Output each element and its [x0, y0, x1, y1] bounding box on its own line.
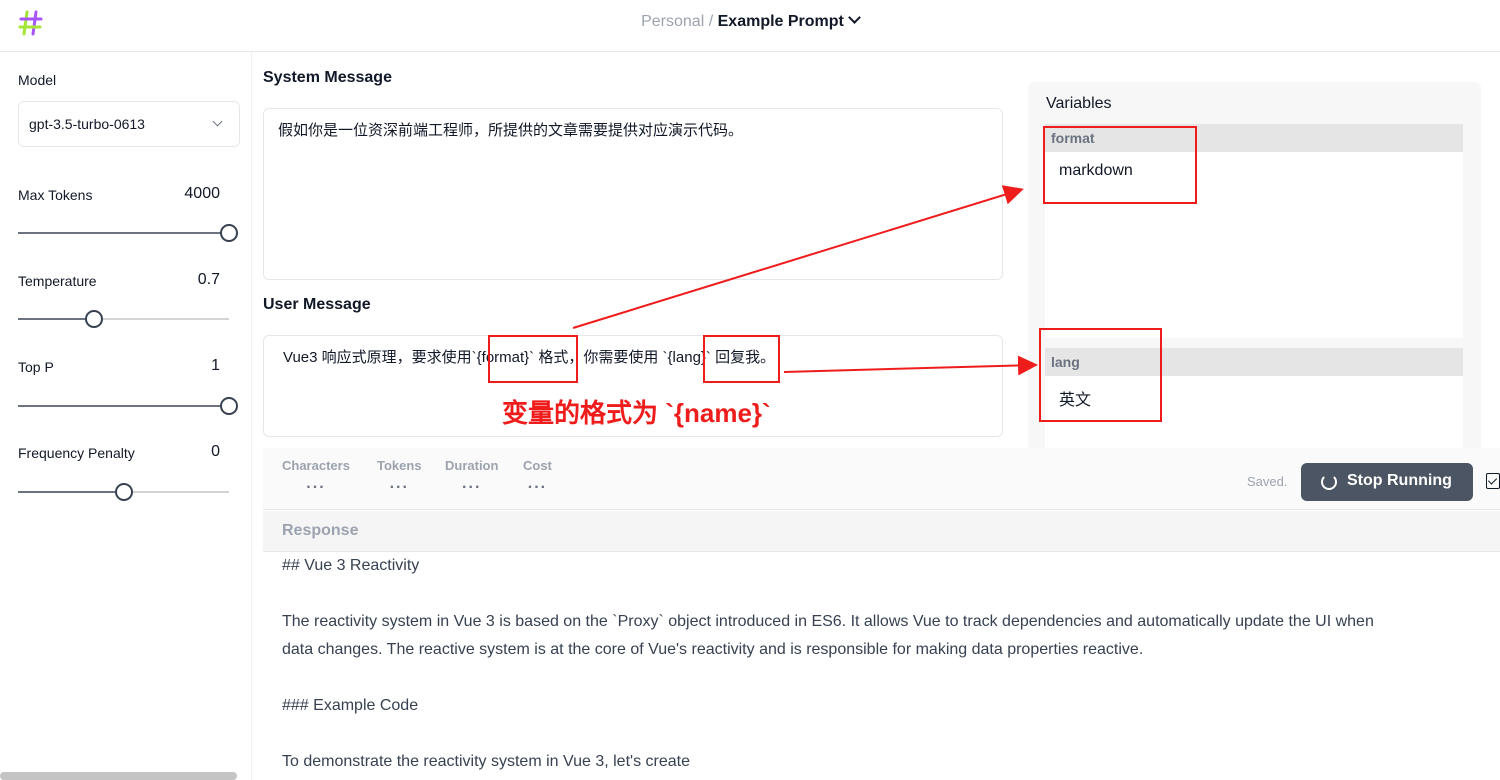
stat-label: Tokens [377, 458, 422, 473]
max-tokens-slider[interactable] [18, 223, 238, 243]
slider-fill [18, 232, 229, 234]
user-message-title: User Message [263, 296, 371, 313]
temperature-slider[interactable] [18, 309, 229, 329]
chevron-down-icon [212, 116, 223, 127]
settings-sidebar: Model gpt-3.5-turbo-0613 Max Tokens 4000… [0, 52, 252, 780]
loading-spinner-icon [1321, 474, 1337, 490]
slider-thumb[interactable] [114, 483, 133, 501]
stat-label: Characters [282, 458, 350, 473]
stat-label: Duration [445, 458, 499, 473]
response-line: ### Example Code [282, 697, 419, 714]
stop-running-label: Stop Running [1347, 472, 1452, 489]
max-tokens-value: 4000 [184, 185, 220, 202]
checkbox-icon[interactable] [1486, 473, 1500, 489]
frequency-penalty-slider[interactable] [18, 482, 229, 502]
variables-title: Variables [1046, 95, 1112, 112]
response-blank-line [282, 580, 1487, 608]
model-select-value: gpt-3.5-turbo-0613 [29, 116, 145, 132]
response-line: data changes. The reactive system is at … [282, 641, 1144, 658]
stat-tokens: Tokens ... [377, 458, 422, 493]
breadcrumb-workspace[interactable]: Personal [641, 13, 704, 30]
lang-variable-highlight-box [1039, 328, 1162, 422]
stat-value: ... [527, 475, 548, 492]
chevron-down-icon[interactable] [848, 11, 861, 24]
lang-token-highlight-box [703, 335, 780, 383]
stat-value: ... [306, 475, 326, 492]
format-variable-highlight-box [1043, 126, 1197, 204]
response-line: ## Vue 3 Reactivity [282, 557, 420, 574]
system-message-text: 假如你是一位资深前端工程师，所提供的文章需要提供对应演示代码。 [278, 122, 744, 139]
breadcrumb: Personal / Example Prompt [0, 11, 1500, 31]
slider-thumb[interactable] [84, 310, 103, 328]
max-tokens-label: Max Tokens [18, 187, 93, 203]
stat-label: Cost [523, 458, 552, 473]
slider-thumb[interactable] [220, 224, 238, 242]
response-body: ## Vue 3 Reactivity The reactivity syste… [282, 552, 1487, 776]
sidebar-scrollbar[interactable] [0, 772, 237, 780]
annotation-caption: 变量的格式为 `{name}` [502, 398, 771, 428]
system-message-title: System Message [263, 69, 392, 86]
temperature-label: Temperature [18, 273, 97, 289]
system-message-input[interactable]: 假如你是一位资深前端工程师，所提供的文章需要提供对应演示代码。 [263, 108, 1003, 280]
format-token-highlight-box [488, 335, 578, 383]
breadcrumb-separator: / [708, 13, 714, 30]
frequency-penalty-value: 0 [211, 443, 220, 460]
temperature-value: 0.7 [197, 271, 220, 288]
frequency-penalty-label: Frequency Penalty [18, 445, 135, 461]
model-select[interactable]: gpt-3.5-turbo-0613 [18, 101, 240, 147]
top-p-slider[interactable] [18, 396, 238, 416]
top-p-value: 1 [211, 357, 220, 374]
response-blank-line [282, 664, 1487, 692]
model-label: Model [18, 72, 57, 88]
slider-thumb[interactable] [220, 397, 238, 415]
saved-status: Saved. [1247, 474, 1288, 489]
stop-running-button[interactable]: Stop Running [1301, 463, 1473, 501]
response-blank-line [282, 720, 1487, 748]
response-header: Response [263, 511, 1500, 552]
breadcrumb-prompt-name[interactable]: Example Prompt [718, 13, 844, 30]
top-p-label: Top P [18, 359, 54, 375]
response-line: The reactivity system in Vue 3 is based … [282, 613, 1374, 630]
stat-characters: Characters ... [282, 458, 350, 493]
slider-fill [18, 491, 124, 493]
stat-value: ... [389, 475, 409, 492]
stat-cost: Cost ... [523, 458, 552, 493]
user-message-text: Vue3 响应式原理，要求使用 [283, 349, 472, 366]
response-line: To demonstrate the reactivity system in … [282, 753, 690, 770]
stat-value: ... [462, 475, 482, 492]
slider-fill [18, 405, 229, 407]
stat-duration: Duration ... [445, 458, 498, 493]
slider-fill [18, 318, 94, 320]
top-bar: Personal / Example Prompt [0, 0, 1500, 52]
